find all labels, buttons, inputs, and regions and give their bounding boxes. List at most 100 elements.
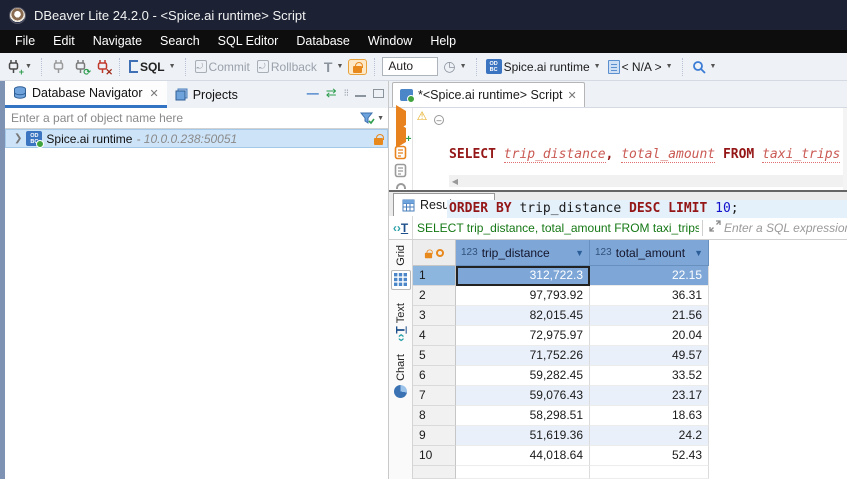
menu-window[interactable]: Window	[359, 30, 421, 53]
chevron-right-icon[interactable]: ❯	[14, 133, 22, 144]
menu-navigate[interactable]: Navigate	[84, 30, 151, 53]
caret-down-icon[interactable]: ▼	[710, 63, 717, 70]
scroll-left-icon[interactable]: ◀	[449, 177, 461, 186]
script-icon[interactable]	[394, 163, 407, 178]
caret-down-icon[interactable]: ▼	[666, 63, 673, 70]
cell-trip-distance[interactable]: 44,018.64	[456, 446, 590, 466]
reconnect-button[interactable]: ⟳	[71, 57, 90, 76]
row-number[interactable]: 2	[413, 286, 456, 306]
row-number[interactable]: 3	[413, 306, 456, 326]
rollback-button[interactable]: Rollback	[255, 58, 319, 76]
transaction-history-button[interactable]: ◷ ▼	[441, 56, 468, 77]
commit-button[interactable]: Commit	[193, 58, 252, 76]
menu-database[interactable]: Database	[287, 30, 359, 53]
close-icon[interactable]: ✕	[149, 87, 158, 100]
transaction-log-button[interactable]: T ▼	[322, 57, 346, 77]
table-row[interactable]: 8 58,298.51 18.63	[413, 406, 847, 426]
table-row[interactable]: 5 71,752.26 49.57	[413, 346, 847, 366]
table-row[interactable]: 9 51,619.36 24.2	[413, 426, 847, 446]
object-filter-input[interactable]: Enter a part of object name here	[11, 111, 360, 125]
row-number[interactable]: 5	[413, 346, 456, 366]
connection-tree-item[interactable]: ❯ ODBC Spice.ai runtime - 10.0.0.238:500…	[5, 129, 388, 148]
search-button[interactable]: ▼	[690, 58, 719, 76]
view-menu-icon[interactable]: ⁝⁝	[344, 88, 348, 99]
cell-trip-distance[interactable]: 72,975.97	[456, 326, 590, 346]
row-number[interactable]: 8	[413, 406, 456, 426]
autocommit-combo[interactable]: Auto	[382, 57, 438, 76]
connection-lock-toggle[interactable]	[348, 59, 367, 75]
editor-vertical-scrollbar[interactable]	[843, 108, 847, 190]
cell-total-amount[interactable]: 22.15	[590, 266, 709, 286]
menu-search[interactable]: Search	[151, 30, 209, 53]
cell-trip-distance[interactable]: 71,752.26	[456, 346, 590, 366]
row-number[interactable]: 4	[413, 326, 456, 346]
tab-chart[interactable]: Chart	[394, 354, 407, 398]
cell-total-amount[interactable]: 18.63	[590, 406, 709, 426]
cell-trip-distance[interactable]: 51,619.36	[456, 426, 590, 446]
table-row[interactable]: 4 72,975.97 20.04	[413, 326, 847, 346]
tab-database-navigator[interactable]: Database Navigator ✕	[5, 81, 167, 108]
connect-button[interactable]	[49, 57, 68, 76]
tab-grid[interactable]: Grid	[391, 245, 411, 290]
caret-down-icon[interactable]: ▼	[25, 63, 32, 70]
caret-down-icon[interactable]: ▼	[594, 63, 601, 70]
cell-trip-distance[interactable]: 58,298.51	[456, 406, 590, 426]
menu-file[interactable]: File	[6, 30, 44, 53]
menu-edit[interactable]: Edit	[44, 30, 84, 53]
fold-collapse-icon[interactable]: –	[434, 115, 444, 125]
filter-funnel-icon[interactable]	[360, 112, 375, 125]
cell-total-amount[interactable]: 49.57	[590, 346, 709, 366]
row-number[interactable]: 10	[413, 446, 456, 466]
execute-new-tab-button[interactable]: +	[396, 128, 406, 142]
maximize-view-icon[interactable]	[373, 89, 384, 98]
cell-total-amount[interactable]: 21.56	[590, 306, 709, 326]
tab-projects[interactable]: Projects	[167, 81, 246, 108]
table-row[interactable]: 6 59,282.45 33.52	[413, 366, 847, 386]
editor-side-toolbar: +	[389, 108, 413, 190]
cell-total-amount[interactable]: 24.2	[590, 426, 709, 446]
refresh-icon[interactable]	[396, 183, 406, 189]
caret-down-icon[interactable]: ▼	[460, 63, 467, 70]
active-database-combo[interactable]: < N/A > ▼	[606, 58, 675, 76]
tab-sql-script[interactable]: *<Spice.ai runtime> Script ✕	[392, 82, 585, 107]
cell-trip-distance[interactable]: 82,015.45	[456, 306, 590, 326]
tab-text[interactable]: Text ‹›T	[393, 303, 408, 341]
menu-sql-editor[interactable]: SQL Editor	[209, 30, 288, 53]
table-row[interactable]: 1 312,722.3 22.15	[413, 266, 847, 286]
results-grid: 123 trip_distance ▼ 123 total_amount ▼ 1…	[413, 240, 847, 479]
row-number[interactable]: 6	[413, 366, 456, 386]
cell-total-amount[interactable]: 23.17	[590, 386, 709, 406]
caret-down-icon[interactable]: ▼	[336, 63, 343, 70]
cell-total-amount[interactable]: 52.43	[590, 446, 709, 466]
row-number[interactable]: 7	[413, 386, 456, 406]
row-number[interactable]: 9	[413, 426, 456, 446]
new-connection-button[interactable]: + ▼	[4, 57, 34, 76]
table-row[interactable]: 7 59,076.43 23.17	[413, 386, 847, 406]
collapse-all-icon[interactable]: —	[307, 86, 319, 100]
plug-disconnect-icon: ✕	[95, 59, 110, 74]
menu-help[interactable]: Help	[421, 30, 465, 53]
cell-total-amount[interactable]: 36.31	[590, 286, 709, 306]
clock-icon: ◷	[443, 58, 455, 75]
table-row[interactable]: 3 82,015.45 21.56	[413, 306, 847, 326]
minimize-view-icon[interactable]	[355, 90, 366, 97]
link-editor-icon[interactable]: ⇄	[326, 85, 337, 101]
table-row[interactable]: 10 44,018.64 52.43	[413, 446, 847, 466]
cell-trip-distance[interactable]: 59,076.43	[456, 386, 590, 406]
disconnect-button[interactable]: ✕	[93, 57, 112, 76]
cell-total-amount[interactable]: 20.04	[590, 326, 709, 346]
sql-editor-button[interactable]: SQL ▼	[127, 58, 178, 76]
cell-trip-distance[interactable]: 59,282.45	[456, 366, 590, 386]
cell-total-amount[interactable]: 33.52	[590, 366, 709, 386]
grid-icon	[402, 199, 415, 212]
caret-down-icon[interactable]: ▼	[377, 115, 384, 122]
cell-trip-distance[interactable]: 312,722.3	[456, 266, 590, 286]
row-number[interactable]: 1	[413, 266, 456, 286]
cell-trip-distance[interactable]: 97,793.92	[456, 286, 590, 306]
pie-chart-icon	[394, 385, 407, 398]
caret-down-icon[interactable]: ▼	[169, 63, 176, 70]
active-connection-combo[interactable]: ODBC Spice.ai runtime ▼	[484, 57, 603, 76]
table-row[interactable]: 2 97,793.92 36.31	[413, 286, 847, 306]
editor-horizontal-scrollbar[interactable]: ◀	[449, 175, 843, 187]
close-icon[interactable]: ✕	[568, 89, 577, 102]
